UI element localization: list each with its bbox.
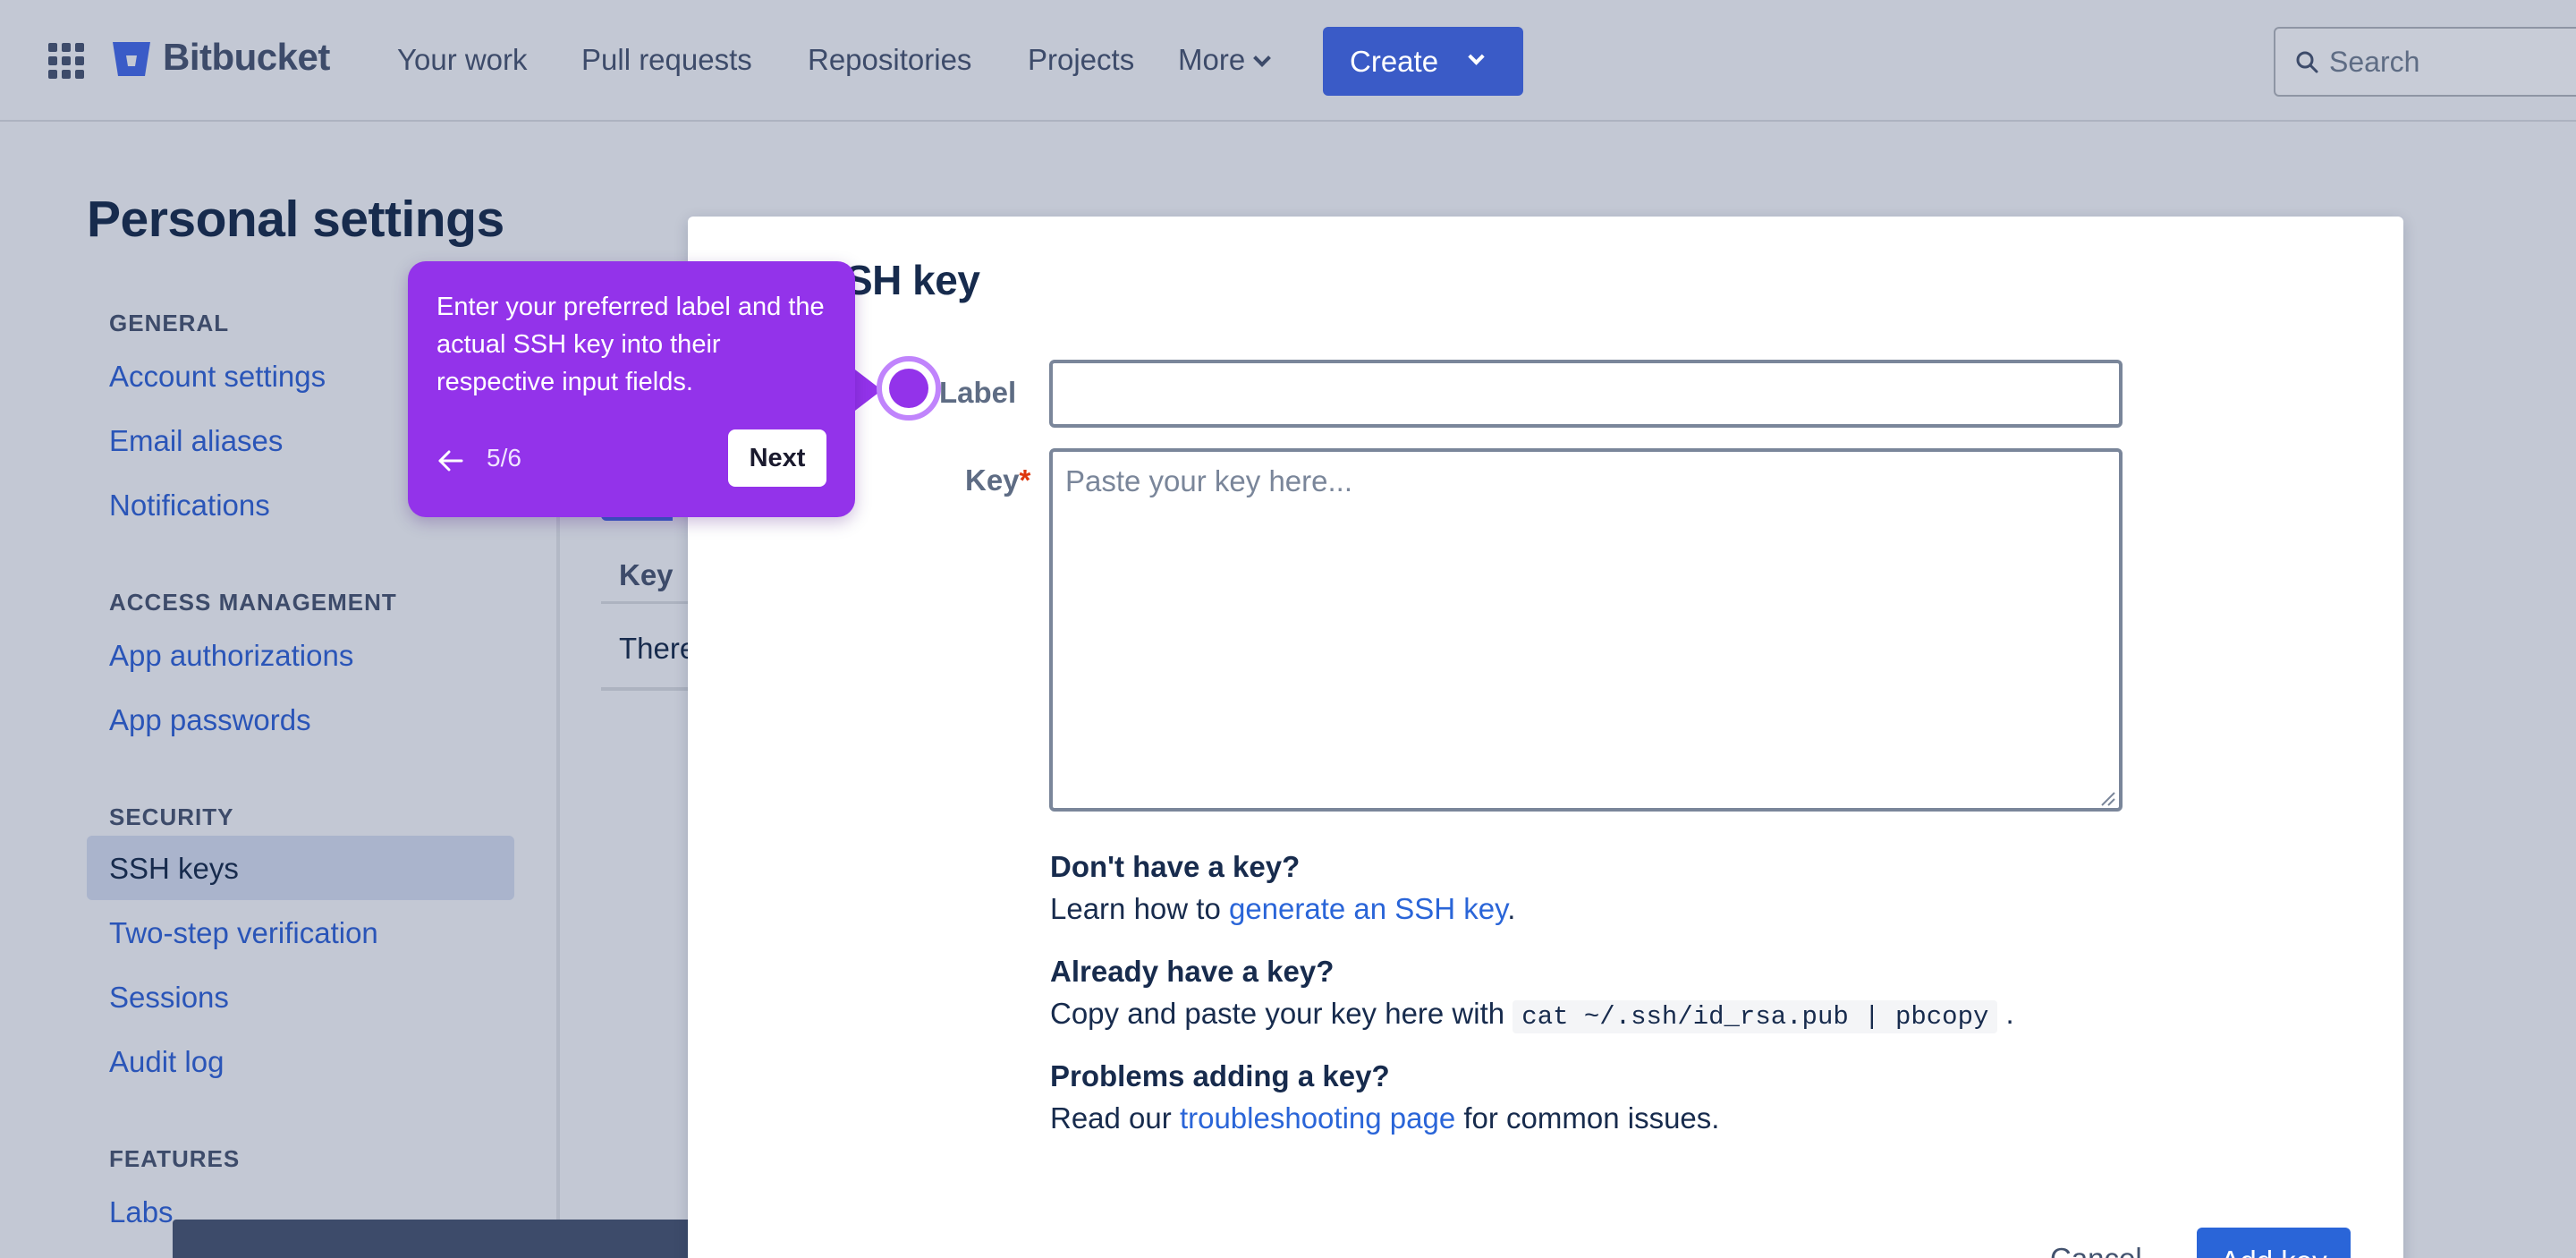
label-input[interactable] — [1049, 360, 2123, 428]
troubleshooting-page-link[interactable]: troubleshooting page — [1180, 1101, 1455, 1135]
help-text-suffix: . — [1997, 997, 2014, 1030]
copy-command-code: cat ~/.ssh/id_rsa.pub | pbcopy — [1513, 1000, 1998, 1033]
generate-ssh-key-link[interactable]: generate an SSH key — [1229, 892, 1507, 925]
top-navigation: Bitbucket Your work Pull requests Reposi… — [0, 0, 2576, 122]
brand-name[interactable]: Bitbucket — [163, 36, 330, 79]
help-text-prefix: Copy and paste your key here with — [1050, 997, 1513, 1030]
help-text-prefix: Read our — [1050, 1101, 1180, 1135]
app-switcher-icon[interactable] — [48, 43, 84, 79]
tooltip-next-button[interactable]: Next — [728, 429, 826, 487]
key-textarea[interactable] — [1049, 448, 2123, 812]
section-heading-access-management: ACCESS MANAGEMENT — [109, 589, 397, 616]
bitbucket-logo-icon[interactable] — [111, 39, 152, 79]
table-column-header-key: Key — [619, 558, 674, 591]
help-text-suffix: . — [1507, 892, 1516, 925]
create-button-label: Create — [1350, 44, 1439, 78]
table-divider — [601, 687, 691, 691]
sidebar-item-app-passwords[interactable]: App passwords — [109, 703, 311, 737]
sidebar-item-sessions[interactable]: Sessions — [109, 981, 229, 1015]
help-text-prefix: Learn how to — [1050, 892, 1229, 925]
guided-tour-tooltip: Enter your preferred label and the actua… — [408, 261, 855, 517]
sidebar-divider — [556, 394, 560, 1258]
chevron-down-icon — [1253, 49, 1272, 67]
add-key-button[interactable]: Add key — [2197, 1228, 2351, 1258]
tooltip-text: Enter your preferred label and the actua… — [436, 293, 825, 396]
sidebar-item-ssh-keys-label: SSH keys — [109, 852, 239, 885]
arrow-left-icon[interactable] — [435, 446, 470, 476]
resize-handle-icon[interactable] — [2097, 787, 2116, 807]
tour-beacon-icon[interactable] — [877, 356, 941, 421]
help-text-suffix: for common issues. — [1455, 1101, 1720, 1135]
required-mark: * — [1019, 463, 1031, 497]
table-empty-message: There — [619, 632, 697, 665]
help-heading-no-key: Don't have a key? — [1050, 850, 1301, 883]
section-heading-security: SECURITY — [109, 803, 234, 830]
sidebar-item-account-settings[interactable]: Account settings — [109, 360, 326, 394]
nav-your-work[interactable]: Your work — [397, 43, 528, 77]
sidebar-item-notifications[interactable]: Notifications — [109, 489, 270, 523]
cancel-button[interactable]: Cancel — [2050, 1242, 2142, 1258]
tooltip-step-counter: 5/6 — [487, 444, 521, 472]
table-divider — [601, 601, 691, 604]
section-heading-features: FEATURES — [109, 1145, 241, 1172]
key-field-label-text: Key — [965, 463, 1020, 497]
help-text-problems: Read our troubleshooting page for common… — [1050, 1101, 1719, 1135]
key-field-label: Key* — [965, 463, 1030, 497]
search-input[interactable] — [2329, 45, 2562, 79]
label-field-label: Label — [939, 376, 1017, 409]
dialog-title: SH key — [845, 257, 980, 303]
help-text-have-key: Copy and paste your key here with cat ~/… — [1050, 997, 2014, 1033]
help-text-no-key: Learn how to generate an SSH key. — [1050, 892, 1515, 926]
search-box[interactable] — [2274, 27, 2576, 97]
search-icon — [2296, 51, 2318, 73]
page-title: Personal settings — [87, 191, 504, 248]
sidebar-item-audit-log[interactable]: Audit log — [109, 1045, 224, 1079]
nav-repositories[interactable]: Repositories — [808, 43, 971, 77]
sidebar-item-app-authorizations[interactable]: App authorizations — [109, 639, 353, 673]
nav-projects[interactable]: Projects — [1028, 43, 1134, 77]
section-heading-general: GENERAL — [109, 310, 230, 336]
sidebar-item-two-step-verification[interactable]: Two-step verification — [109, 916, 378, 950]
create-button[interactable]: Create — [1323, 27, 1523, 96]
nav-pull-requests[interactable]: Pull requests — [581, 43, 752, 77]
help-heading-problems: Problems adding a key? — [1050, 1059, 1390, 1092]
nav-more[interactable]: More — [1178, 43, 1272, 77]
sidebar-item-email-aliases[interactable]: Email aliases — [109, 424, 283, 458]
nav-more-label: More — [1178, 43, 1246, 76]
chevron-down-icon — [1468, 48, 1485, 65]
sidebar-item-labs[interactable]: Labs — [109, 1195, 174, 1229]
help-heading-have-key: Already have a key? — [1050, 955, 1335, 988]
bottom-toolbar — [173, 1220, 709, 1258]
